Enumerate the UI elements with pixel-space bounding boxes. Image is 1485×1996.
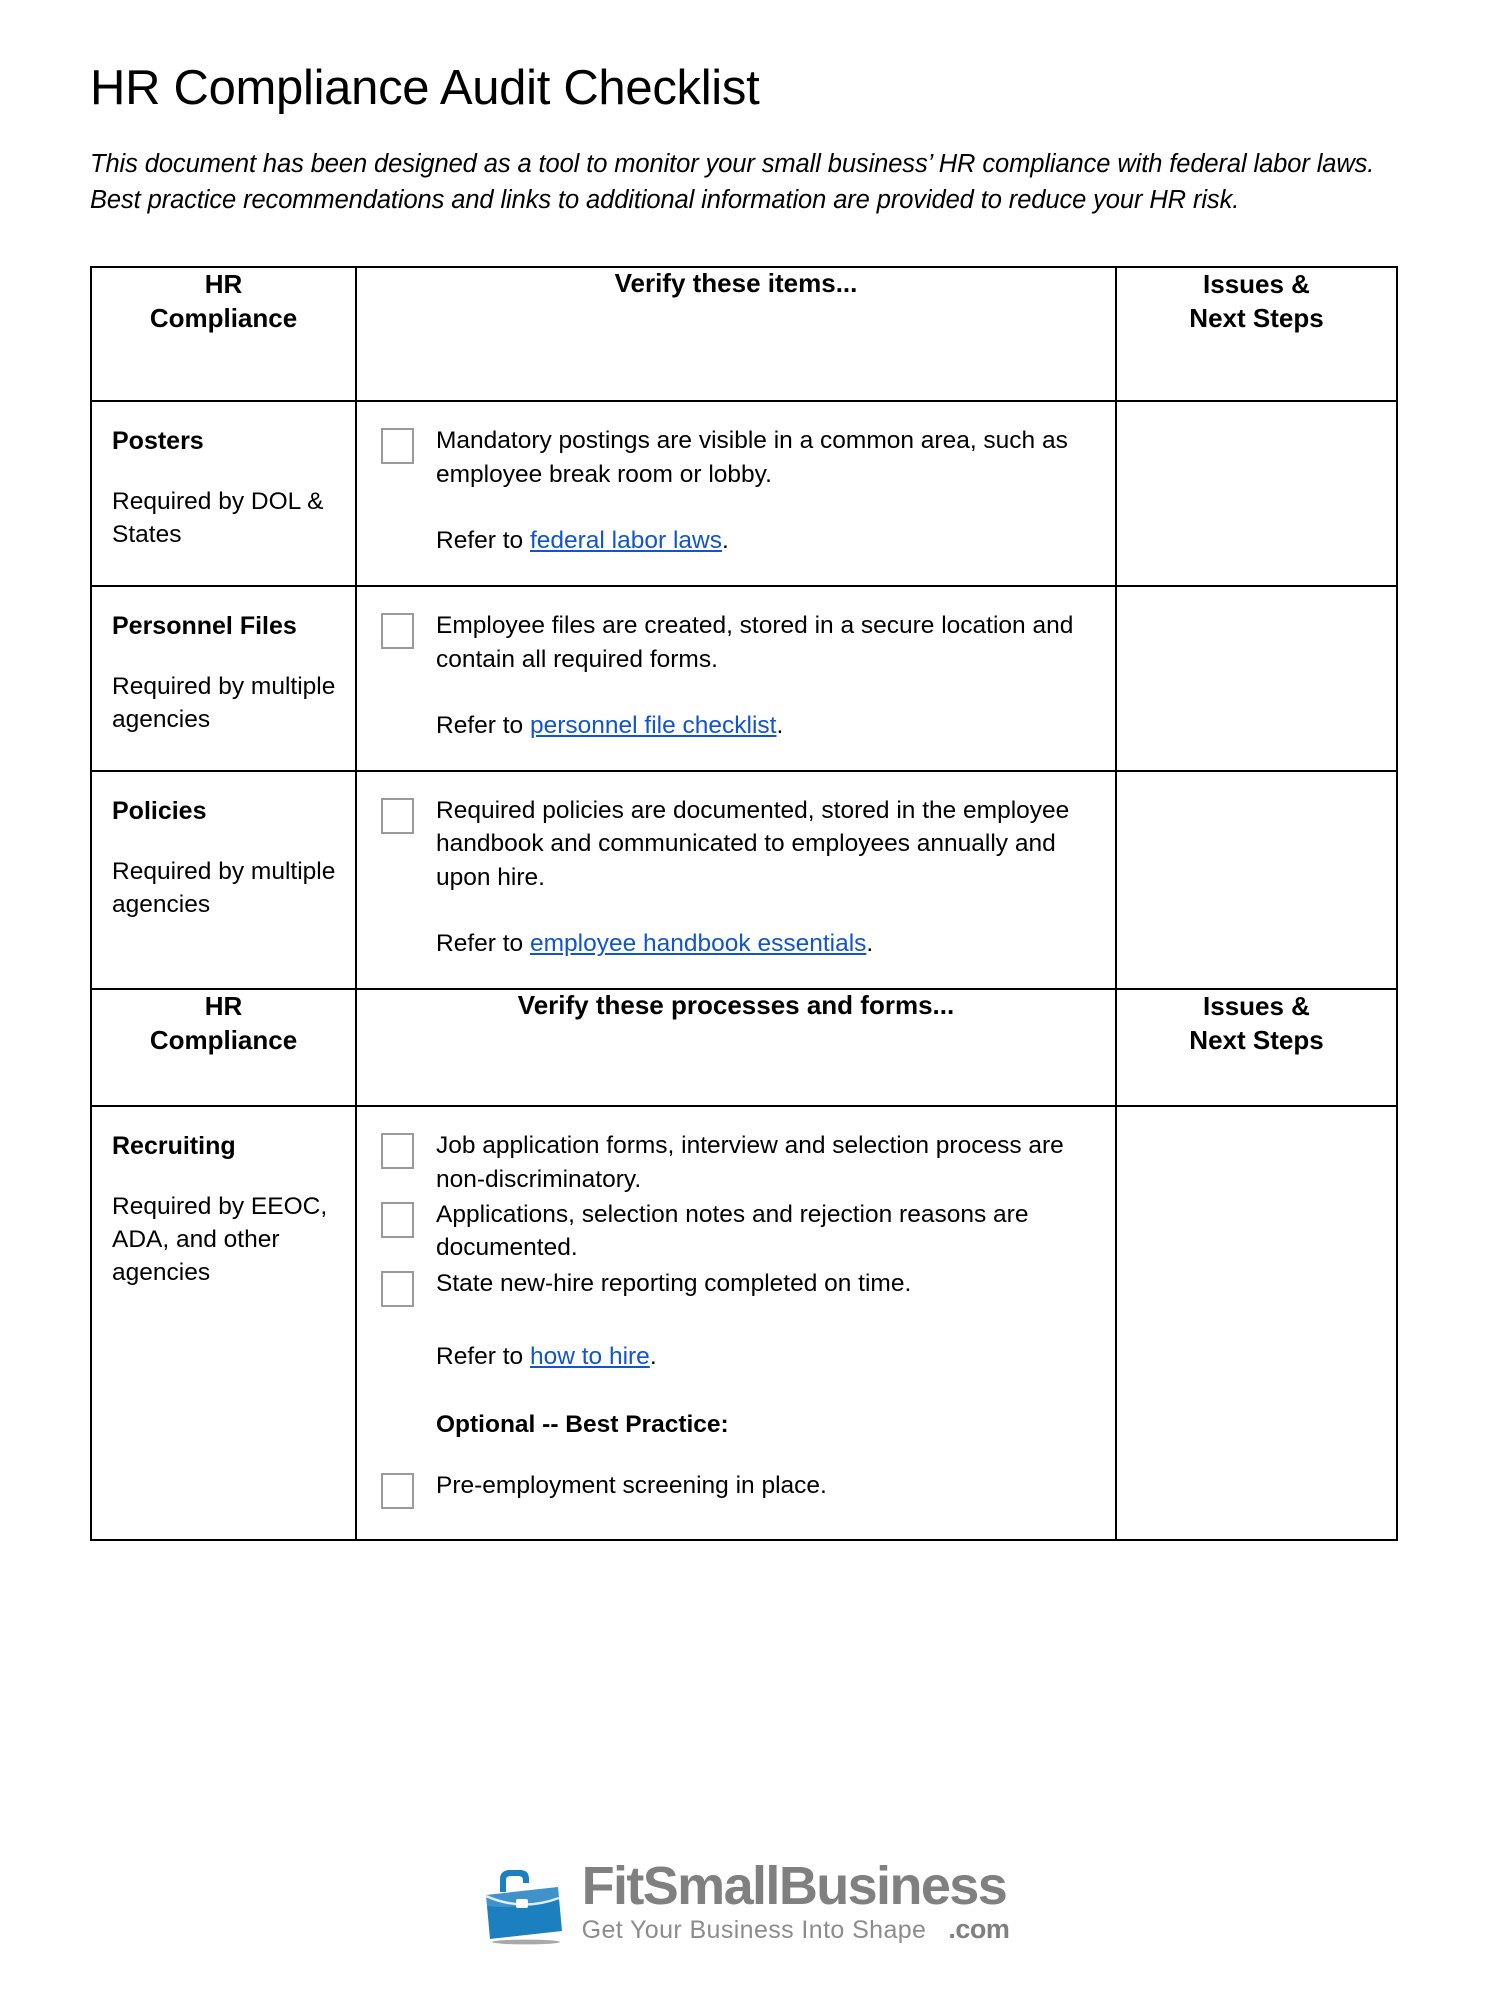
checklist-item[interactable]: Pre-employment screening in place. [381,1469,1097,1509]
category-title: Recruiting [112,1132,236,1161]
logo-tld: .com [948,1914,1010,1944]
fitsmallbusiness-logo: FitSmallBusiness Get Your Business Into … [476,1859,1010,1950]
category-cell-recruiting: Recruiting Required by EEOC, ADA, and ot… [90,1105,357,1541]
refer-prefix: Refer to [436,526,530,554]
checkbox-icon[interactable] [381,613,414,650]
logo-wordmark: FitSmallBusiness [581,1856,1008,1916]
issues-cell-policies[interactable] [1115,770,1398,991]
category-subtitle: Required by multiple agencies [112,858,336,918]
checkbox-icon[interactable] [381,1133,414,1170]
reference-link[interactable]: personnel file checklist [530,712,776,739]
issues-notes-area[interactable] [1117,772,1396,822]
checkbox-icon[interactable] [381,428,414,465]
category-title: Posters [112,427,204,456]
refer-line: Refer to how to hire. [381,1340,1097,1373]
category-subtitle: Required by EEOC, ADA, and other agencie… [112,1193,328,1286]
header-label: Issues & Next Steps [1189,991,1324,1056]
checklist-item[interactable]: Required policies are documented, stored… [381,794,1097,894]
refer-line: Refer to personnel file checklist. [381,709,1097,742]
items-cell-personnel-files: Employee files are created, stored in a … [355,585,1117,773]
checklist-item[interactable]: Job application forms, interview and sel… [381,1129,1097,1196]
items-cell-posters: Mandatory postings are visible in a comm… [355,400,1117,588]
checklist-item-label: Required policies are documented, stored… [436,797,1070,891]
refer-line: Refer to federal labor laws. [381,524,1097,557]
issues-cell-posters[interactable] [1115,400,1398,588]
document-intro: This document has been designed as a too… [90,149,1375,215]
checklist-item-label: Employee files are created, stored in a … [436,612,1074,673]
header-hr-compliance-2: HR Compliance [90,988,357,1108]
table-row: Personnel Files Required by multiple age… [90,585,1398,773]
checklist-item[interactable]: Employee files are created, stored in a … [381,609,1097,676]
refer-suffix: . [866,930,874,958]
issues-cell-personnel-files[interactable] [1115,585,1398,773]
optional-best-practice-heading: Optional -- Best Practice: [436,1410,729,1438]
items-cell-policies: Required policies are documented, stored… [355,770,1117,991]
refer-prefix: Refer to [436,930,530,958]
table-row: Policies Required by multiple agencies R… [90,770,1398,991]
checkbox-icon[interactable] [381,1202,414,1239]
checklist-item-label: Mandatory postings are visible in a comm… [436,427,1068,488]
refer-suffix: . [722,526,729,554]
footer: FitSmallBusiness Get Your Business Into … [0,1859,1485,1950]
header-issues-next-steps-1: Issues & Next Steps [1115,266,1398,403]
refer-suffix: . [776,711,784,739]
header-verify-processes: Verify these processes and forms... [355,988,1117,1108]
issues-cell-recruiting[interactable] [1115,1105,1398,1541]
checkbox-icon[interactable] [381,1270,414,1307]
header-verify-items: Verify these items... [355,266,1117,403]
refer-prefix: Refer to [436,711,530,739]
checklist-item[interactable]: Mandatory postings are visible in a comm… [381,424,1097,491]
checklist-item[interactable]: Applications, selection notes and reject… [381,1198,1097,1265]
logo-tagline: Get Your Business Into Shape [581,1916,927,1944]
table-row: Recruiting Required by EEOC, ADA, and ot… [90,1105,1398,1541]
header-label: Verify these items... [614,268,858,299]
header-label: Verify these processes and forms... [517,990,955,1021]
header-hr-compliance-1: HR Compliance [90,266,357,403]
checkbox-icon[interactable] [381,1472,414,1509]
refer-suffix: . [649,1342,657,1370]
document-page: HR Compliance Audit Checklist This docum… [0,0,1485,1996]
table-header-row-1: HR Compliance Verify these items... Issu… [90,266,1398,403]
refer-line: Refer to employee handbook essentials. [381,927,1097,960]
checklist-item-label: State new-hire reporting completed on ti… [436,1269,912,1297]
header-issues-next-steps-2: Issues & Next Steps [1115,988,1398,1108]
refer-prefix: Refer to [436,1342,530,1370]
items-cell-recruiting: Job application forms, interview and sel… [355,1105,1117,1541]
issues-notes-area[interactable] [1117,1107,1396,1157]
page-title: HR Compliance Audit Checklist [90,61,760,115]
checklist-item-label: Job application forms, interview and sel… [436,1132,1064,1193]
briefcase-icon [476,1865,568,1950]
header-label: HR Compliance [149,269,298,334]
category-cell-policies: Policies Required by multiple agencies [90,770,357,991]
checkbox-icon[interactable] [381,798,414,835]
issues-notes-area[interactable] [1117,587,1396,637]
issues-notes-area[interactable] [1117,402,1396,452]
checklist-item-label: Applications, selection notes and reject… [436,1201,1029,1262]
reference-link[interactable]: how to hire [530,1343,650,1370]
header-label: HR Compliance [149,991,298,1056]
compliance-checklist-table: HR Compliance Verify these items... Issu… [90,266,1398,1541]
category-title: Policies [112,797,207,826]
category-cell-personnel-files: Personnel Files Required by multiple age… [90,585,357,773]
reference-link[interactable]: employee handbook essentials [530,930,866,957]
checklist-item[interactable]: State new-hire reporting completed on ti… [381,1267,1097,1307]
category-cell-posters: Posters Required by DOL & States [90,400,357,588]
header-label: Issues & Next Steps [1189,269,1324,334]
category-subtitle: Required by multiple agencies [112,673,336,733]
table-header-row-2: HR Compliance Verify these processes and… [90,988,1398,1108]
category-subtitle: Required by DOL & States [112,488,324,548]
category-title: Personnel Files [112,612,297,641]
table-row: Posters Required by DOL & States Mandato… [90,400,1398,588]
reference-link[interactable]: federal labor laws [530,527,722,554]
checklist-item-label: Pre-employment screening in place. [436,1471,827,1499]
